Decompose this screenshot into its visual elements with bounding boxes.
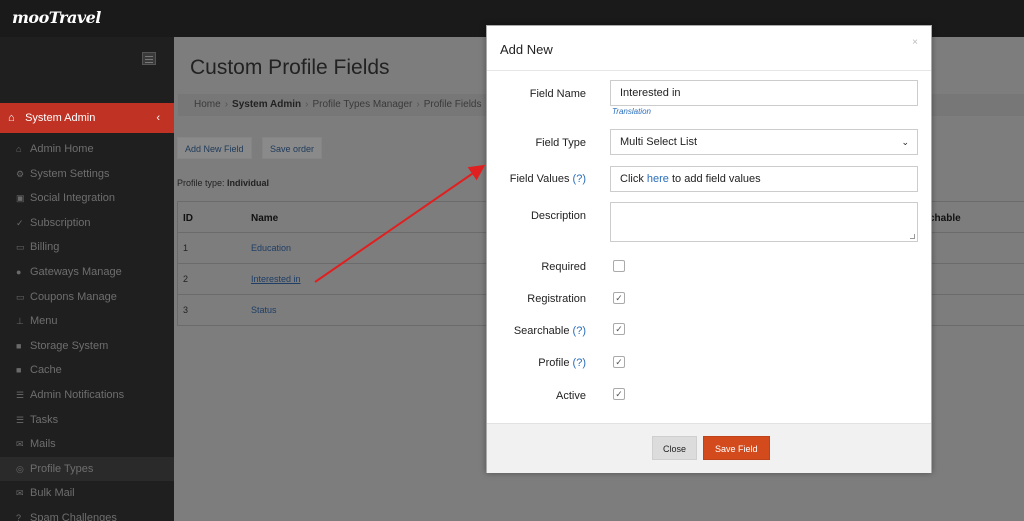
file-icon: ■ bbox=[16, 340, 22, 351]
required-checkbox[interactable] bbox=[613, 260, 625, 272]
sidebar-section-label: System Admin bbox=[25, 112, 96, 124]
column-name: Name bbox=[251, 213, 279, 224]
home-icon: ⌂ bbox=[16, 144, 22, 154]
add-new-field-modal: Add New × Field Name Interested in Trans… bbox=[486, 25, 932, 473]
sidebar-item-bulk-mail[interactable]: ✉ Bulk Mail bbox=[0, 481, 174, 506]
help-link[interactable]: (?) bbox=[573, 173, 586, 185]
searchable-label: Searchable (?) bbox=[513, 325, 586, 337]
sidebar-section-system-admin[interactable]: ⌂ System Admin ‹ bbox=[0, 103, 174, 133]
sidebar-item-profile-types[interactable]: ◎ Profile Types bbox=[0, 456, 174, 482]
mail-icon: ✉ bbox=[16, 488, 24, 499]
column-searchable: chable bbox=[929, 213, 961, 224]
description-label: Description bbox=[530, 210, 586, 222]
active-label: Active bbox=[556, 390, 586, 402]
searchable-checkbox[interactable]: ✓ bbox=[613, 323, 625, 335]
sidebar-item-subscription[interactable]: ✓ Subscription bbox=[0, 211, 174, 236]
question-circle-icon: ? bbox=[16, 512, 22, 521]
check-circle-icon: ◎ bbox=[16, 463, 24, 474]
field-name-input[interactable]: Interested in bbox=[610, 80, 918, 106]
field-link-interested-in[interactable]: Interested in bbox=[251, 274, 301, 284]
save-order-button[interactable]: Save order bbox=[262, 137, 323, 159]
translation-link[interactable]: Translation bbox=[612, 107, 651, 116]
sidebar-item-system-settings[interactable]: ⚙ System Settings bbox=[0, 162, 174, 187]
sidebar-item-coupons-manage[interactable]: ▭ Coupons Manage bbox=[0, 285, 174, 310]
field-type-value: Multi Select List bbox=[620, 136, 698, 148]
card-icon: ▭ bbox=[16, 242, 25, 253]
field-type-label: Field Type bbox=[535, 137, 586, 149]
chevron-left-icon[interactable]: ‹ bbox=[156, 103, 160, 133]
field-name-label: Field Name bbox=[529, 88, 586, 100]
sidebar-item-billing[interactable]: ▭ Billing bbox=[0, 235, 174, 260]
square-icon: ▣ bbox=[16, 193, 25, 204]
chevron-down-icon: ⌄ bbox=[901, 137, 909, 147]
registration-label: Registration bbox=[527, 293, 586, 305]
column-id: ID bbox=[183, 213, 193, 224]
active-checkbox[interactable]: ✓ bbox=[613, 388, 625, 400]
field-link-status[interactable]: Status bbox=[251, 305, 277, 315]
close-button[interactable]: Close bbox=[652, 436, 698, 460]
sidebar-menu: ⌂ Admin Home ⚙ System Settings ▣ Social Int… bbox=[0, 137, 174, 521]
sidebar-item-cache[interactable]: ■ Cache bbox=[0, 358, 174, 383]
gear-icon: ⚙ bbox=[16, 168, 25, 179]
field-link-education[interactable]: Education bbox=[251, 243, 291, 253]
registration-checkbox[interactable]: ✓ bbox=[613, 292, 625, 304]
file-icon: ■ bbox=[16, 365, 22, 376]
save-field-button[interactable]: Save Field bbox=[703, 436, 770, 460]
field-values-box: Click here to add field values bbox=[610, 166, 918, 192]
list-icon: ☰ bbox=[16, 389, 25, 400]
sidebar-item-gateways-manage[interactable]: ● Gateways Manage bbox=[0, 260, 174, 285]
description-textarea[interactable] bbox=[610, 202, 918, 242]
ticket-icon: ▭ bbox=[16, 291, 25, 302]
mail-icon: ✉ bbox=[16, 439, 24, 450]
sidebar-item-storage-system[interactable]: ■ Storage System bbox=[0, 334, 174, 359]
modal-divider bbox=[487, 70, 931, 71]
sidebar-toggle-icon[interactable] bbox=[142, 52, 156, 65]
home-icon: ⌂ bbox=[8, 112, 15, 124]
breadcrumb-profile-fields[interactable]: Profile Fields bbox=[424, 99, 482, 110]
breadcrumb-home[interactable]: Home bbox=[194, 99, 221, 110]
sidebar-item-admin-notifications[interactable]: ☰ Admin Notifications bbox=[0, 383, 174, 408]
sidebar-item-social-integration[interactable]: ▣ Social Integration bbox=[0, 186, 174, 211]
add-field-values-link[interactable]: here bbox=[647, 173, 669, 185]
modal-footer: Close Save Field bbox=[487, 423, 931, 473]
sidebar-item-menu[interactable]: ⊥ Menu bbox=[0, 309, 174, 334]
close-icon[interactable]: × bbox=[912, 37, 918, 48]
help-link[interactable]: (?) bbox=[573, 357, 586, 369]
modal-title: Add New bbox=[500, 42, 553, 57]
profile-type-text: Profile type: Individual bbox=[177, 178, 270, 188]
add-new-field-button[interactable]: Add New Field bbox=[177, 137, 252, 159]
app-logo[interactable]: mooTravel bbox=[12, 8, 101, 27]
sidebar-item-tasks[interactable]: ☰ Tasks bbox=[0, 408, 174, 433]
breadcrumb-profile-types-manager[interactable]: Profile Types Manager bbox=[312, 99, 412, 110]
sidebar-item-mails[interactable]: ✉ Mails bbox=[0, 432, 174, 457]
breadcrumb-system-admin[interactable]: System Admin bbox=[232, 99, 301, 110]
sidebar-item-spam-challenges[interactable]: ? Spam Challenges bbox=[0, 506, 174, 521]
profile-checkbox[interactable]: ✓ bbox=[613, 356, 625, 368]
check-icon: ✓ bbox=[16, 217, 24, 228]
page-title: Custom Profile Fields bbox=[190, 56, 390, 79]
sidebar: ⌂ System Admin ‹ ⌂ Admin Home ⚙ System Set… bbox=[0, 37, 174, 521]
field-type-select[interactable]: Multi Select List ⌄ bbox=[610, 129, 918, 155]
required-label: Required bbox=[541, 261, 586, 273]
plug-icon: ● bbox=[16, 266, 22, 277]
list-icon: ☰ bbox=[16, 414, 25, 425]
sidebar-item-admin-home[interactable]: ⌂ Admin Home bbox=[0, 137, 174, 162]
help-link[interactable]: (?) bbox=[573, 325, 586, 337]
field-values-label: Field Values (?) bbox=[509, 173, 586, 185]
sitemap-icon: ⊥ bbox=[16, 316, 24, 327]
profile-label: Profile (?) bbox=[538, 357, 586, 369]
